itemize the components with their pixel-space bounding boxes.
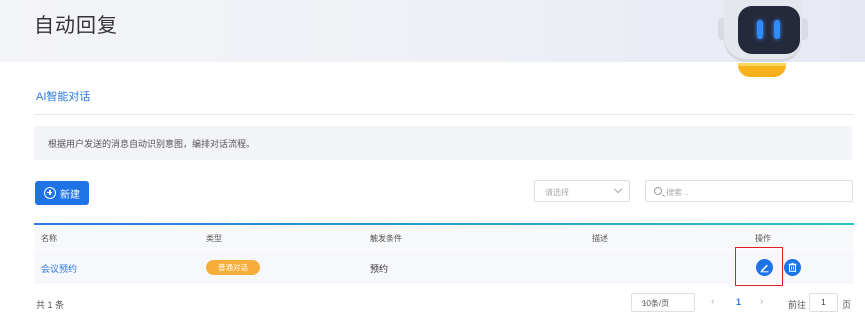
tab-underline: [34, 114, 854, 115]
select-placeholder: 请选择: [545, 188, 569, 197]
goto-unit: 页: [842, 300, 852, 310]
info-banner: 根据用户发送的消息自动识别意图，编排对话流程。: [34, 126, 852, 160]
goto-label: 前往: [788, 300, 807, 310]
column-header-name: 名称: [41, 234, 57, 243]
edit-highlight-box: [735, 247, 783, 286]
table-row: 会议预约 普通对话 预约: [34, 250, 854, 284]
page-title: 自动回复: [34, 15, 118, 37]
tab-ai-dialog[interactable]: AI智能对话: [36, 88, 90, 104]
trash-icon: [788, 262, 797, 272]
goto-page-input[interactable]: [809, 293, 838, 312]
page-size-select[interactable]: 10条/页: [631, 293, 695, 312]
search-icon: [654, 187, 662, 195]
column-header-actions: 操作: [755, 234, 771, 243]
table-header: 名称 类型 触发条件 描述 操作: [34, 225, 854, 249]
column-header-description: 描述: [592, 234, 608, 243]
row-condition: 预约: [370, 264, 389, 274]
column-header-condition: 触发条件: [370, 234, 402, 243]
search-placeholder: 搜索...: [666, 188, 689, 197]
new-button-label: 新建: [60, 189, 80, 201]
delete-button[interactable]: [784, 259, 801, 276]
new-button[interactable]: 新建: [35, 181, 89, 205]
next-page-button[interactable]: ›: [760, 296, 763, 307]
info-text: 根据用户发送的消息自动识别意图，编排对话流程。: [48, 139, 256, 149]
total-count: 共 1 条: [36, 300, 65, 310]
type-tag: 普通对话: [206, 260, 260, 275]
current-page[interactable]: 1: [736, 297, 741, 307]
row-name-link[interactable]: 会议预约: [41, 262, 77, 275]
robot-icon: [718, 0, 808, 82]
chevron-down-icon: [613, 184, 623, 194]
search-input[interactable]: 搜索...: [645, 180, 853, 202]
plus-circle-icon: [44, 187, 56, 199]
column-header-type: 类型: [206, 234, 222, 243]
prev-page-button[interactable]: ‹: [711, 296, 714, 307]
type-select[interactable]: 请选择: [534, 180, 630, 202]
